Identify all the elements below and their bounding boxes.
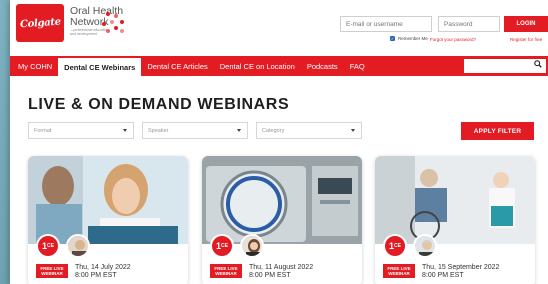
apply-filter-button[interactable]: APPLY FILTER (461, 122, 534, 140)
main-nav: My COHN Dental CE Webinars Dental CE Art… (10, 56, 548, 76)
nav-item-dental-ce-on-location[interactable]: Dental CE on Location (214, 56, 301, 76)
webinar-date: Thu, 15 September 2022 8:00 PM EST (422, 264, 500, 279)
format-select-label: Format (34, 128, 52, 134)
speaker-select[interactable]: Speaker (142, 122, 248, 139)
category-select-label: Category (262, 128, 285, 134)
search-icon[interactable] (534, 60, 542, 68)
nav-item-podcasts[interactable]: Podcasts (301, 56, 344, 76)
webinar-image (202, 156, 362, 244)
ce-credit-badge: 1 CE (210, 234, 234, 258)
network-dots-icon (100, 12, 126, 34)
page-title: LIVE & ON DEMAND WEBINARS (28, 96, 290, 113)
chevron-down-icon (123, 129, 127, 132)
header: Colgate Oral Health Network —professiona… (10, 0, 548, 56)
nav-item-dental-ce-webinars[interactable]: Dental CE Webinars (58, 56, 142, 76)
webinar-card[interactable]: 1 CE FREE LIVE WEBINAR Thu, 11 August 2022… (202, 156, 362, 284)
page: Colgate Oral Health Network —professiona… (10, 0, 548, 284)
webinar-date: Thu, 14 July 2022 8:00 PM EST (75, 264, 131, 279)
email-field[interactable] (340, 16, 432, 32)
ce-credit-badge: 1 CE (36, 234, 60, 258)
webinar-image (28, 156, 188, 244)
forgot-password-link[interactable]: Forgot your password? (430, 37, 476, 42)
remember-label: Remember Me (398, 36, 428, 41)
free-live-webinar-tag: FREE LIVE WEBINAR (36, 264, 68, 278)
filter-bar: Format Speaker Category (28, 122, 362, 139)
presenter-avatar (413, 234, 437, 258)
logo-text: Colgate (19, 16, 61, 30)
webinar-date: Thu, 11 August 2022 8:00 PM EST (249, 264, 314, 279)
ce-credit-badge: 1 CE (383, 234, 407, 258)
register-link[interactable]: Register for free (510, 37, 542, 42)
remember-me[interactable]: ✓ Remember Me (390, 36, 428, 41)
nav-item-my-cohn[interactable]: My COHN (10, 56, 58, 76)
webinar-image (375, 156, 535, 244)
speaker-select-label: Speaker (148, 128, 169, 134)
chevron-down-icon (237, 129, 241, 132)
format-select[interactable]: Format (28, 122, 134, 139)
remember-checkbox[interactable]: ✓ (390, 36, 395, 41)
login-button[interactable]: LOGIN (504, 16, 548, 32)
free-live-webinar-tag: FREE LIVE WEBINAR (383, 264, 415, 278)
presenter-avatar (66, 234, 90, 258)
colgate-logo[interactable]: Colgate (16, 4, 64, 42)
webinar-card[interactable]: 1 CE FREE LIVE WEBINAR Thu, 14 July 2022 8:… (28, 156, 188, 284)
password-field[interactable] (438, 16, 500, 32)
presenter-avatar (240, 234, 264, 258)
chevron-down-icon (351, 129, 355, 132)
nav-item-dental-ce-articles[interactable]: Dental CE Articles (141, 56, 213, 76)
category-select[interactable]: Category (256, 122, 362, 139)
free-live-webinar-tag: FREE LIVE WEBINAR (210, 264, 242, 278)
webinar-card[interactable]: 1 CE FREE LIVE WEBINAR Thu, 15 September 2… (375, 156, 535, 284)
nav-item-faq[interactable]: FAQ (344, 56, 371, 76)
